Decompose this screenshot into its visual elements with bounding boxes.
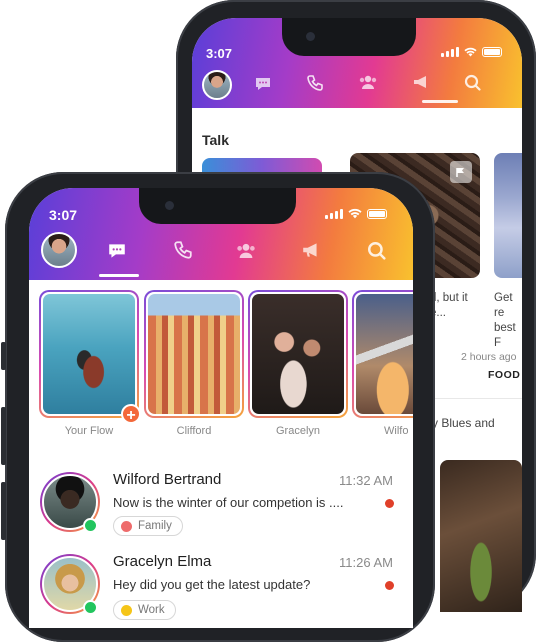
people-icon[interactable] [358,74,378,90]
story-gracelyn[interactable]: Gracelyn [248,290,348,440]
chat-bubble-icon[interactable] [254,76,272,92]
label-text: Family [138,520,172,532]
search-icon[interactable] [367,241,386,260]
label-color-dot [121,520,132,532]
online-status-indicator [83,518,98,533]
story-label: Wilfo [384,425,409,437]
back-profile-avatar[interactable] [202,70,232,100]
story-label: Clifford [176,425,212,437]
side-button [1,342,6,370]
active-tab-indicator [99,274,139,277]
side-button [1,407,6,465]
phone-icon[interactable] [306,74,324,92]
story-clifford[interactable]: Clifford [144,290,244,440]
unread-indicator [385,499,394,508]
section-title: Talk [202,132,229,148]
contact-name: Gracelyn Elma [113,553,212,570]
front-notch [139,188,296,224]
system-status-icons [325,208,387,219]
message-time: 11:26 AM [339,555,393,570]
post-snippet: y Blues and [432,416,495,430]
system-status-icons [441,47,502,57]
chat-bubble-icon[interactable] [107,242,127,260]
battery-icon [482,47,502,57]
status-time: 3:07 [206,46,233,61]
story-wilford[interactable]: Wilfo [352,290,413,440]
label-text: Work [138,604,165,616]
story-label: Gracelyn [275,425,321,437]
contact-name: Wilford Bertrand [113,471,222,488]
post-category[interactable]: FOOD [488,369,520,381]
message-preview: Hey did you get the latest update? [113,577,311,592]
story-thumbnail [43,294,135,414]
post-image[interactable] [440,460,522,612]
signal-icon [441,47,459,57]
card2-caption: d, but it e... [430,291,468,321]
front-phone-screen: 3:07 + Your Flow Clifford Gracelyn Wilfo… [29,188,413,628]
back-active-tab-indicator [422,100,458,103]
label-chip[interactable]: Family [113,516,183,536]
card3-caption-line1: Get re [494,292,513,319]
story-thumbnail [356,294,413,414]
story-thumbnail [148,294,240,414]
message-time: 11:32 AM [339,473,393,488]
card2-caption-line2: e... [430,307,446,319]
talk-card-3[interactable] [494,153,522,278]
signal-icon [325,209,343,219]
flag-icon[interactable] [450,161,472,183]
story-thumbnail [252,294,344,414]
add-story-button[interactable]: + [121,404,141,424]
card3-caption: Get re best F [494,291,522,351]
unread-indicator [385,581,394,590]
card3-caption-line2: best F [494,322,516,349]
megaphone-icon[interactable] [412,74,430,90]
phone-icon[interactable] [173,240,193,260]
status-time: 3:07 [49,207,78,223]
battery-icon [367,209,387,219]
story-label: Your Flow [64,425,114,437]
divider [432,398,522,399]
chat-list-item[interactable]: Gracelyn Elma 11:26 AM Hey did you get t… [29,548,413,628]
label-color-dot [121,604,132,616]
megaphone-icon[interactable] [301,241,321,259]
people-icon[interactable] [235,242,257,259]
chat-list-item[interactable]: Wilford Bertrand 11:32 AM Now is the win… [29,468,413,550]
wifi-icon [348,208,362,219]
profile-avatar[interactable] [41,232,77,268]
side-button [1,482,6,540]
back-notch [282,18,416,56]
wifi-icon [464,47,477,57]
message-preview: Now is the winter of our competion is ..… [113,495,344,510]
post-time: 2 hours ago [461,351,517,363]
story-your-flow[interactable]: + Your Flow [39,290,141,440]
online-status-indicator [83,600,98,615]
label-chip[interactable]: Work [113,600,176,620]
front-phone: 3:07 + Your Flow Clifford Gracelyn Wilfo… [1,172,435,642]
search-icon[interactable] [464,74,481,91]
card2-caption-line1: d, but it [430,292,468,304]
